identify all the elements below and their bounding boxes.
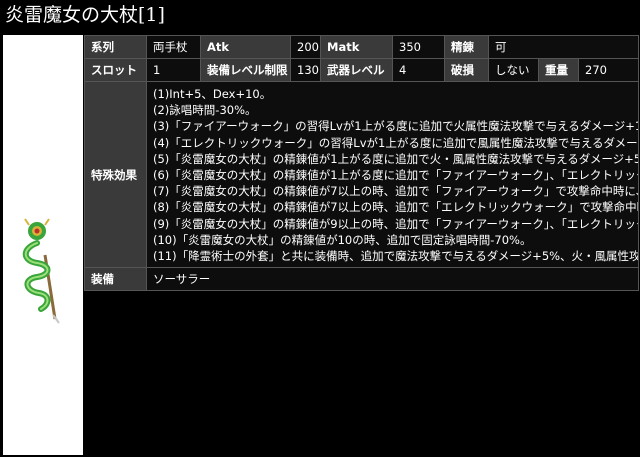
effects-label: 特殊効果	[84, 80, 147, 269]
effects-list: (1)Int+5、Dex+10。 (2)詠唱時間-30%。 (3)「ファイアーウォー…	[153, 83, 639, 267]
effect-line: (11)「降霊術士の外套」と共に装備時、追加で魔法攻撃で与えるダメージ+5%、火…	[153, 249, 638, 264]
effect-line: (7)「炎雷魔女の大杖」の精錬値が7以上の時、追加で「ファイアーウォーク」で攻撃…	[153, 184, 638, 199]
effect-line: (9)「炎雷魔女の大杖」の精錬値が9以上の時、追加で「ファイアーウォーク」、「エ…	[153, 216, 638, 231]
slot-label: スロット	[84, 58, 147, 82]
effects-cell: (1)Int+5、Dex+10。 (2)詠唱時間-30%。 (3)「ファイアーウォー…	[145, 80, 640, 269]
item-title: 炎雷魔女の大杖[1]	[5, 4, 165, 26]
row-equip: 装備 ソーサラー	[84, 267, 640, 292]
slot-value: 1	[146, 58, 201, 82]
effect-line: (2)詠唱時間-30%。	[153, 103, 257, 118]
level-value: 130	[290, 58, 321, 82]
atk-value: 200	[290, 35, 321, 59]
weight-label: 重量	[538, 58, 579, 82]
equip-label: 装備	[84, 267, 147, 292]
weight-value: 270	[577, 58, 640, 82]
effect-line: (8)「炎雷魔女の大杖」の精錬値が7以上の時、追加で「エレクトリックウォーク」で…	[153, 200, 638, 215]
effect-line: (6)「炎雷魔女の大杖」の精錬値が1上がる度に追加で「ファイアーウォーク」、「エ…	[153, 168, 638, 183]
type-value: 両手杖	[146, 35, 201, 59]
item-image-cell	[3, 35, 83, 455]
break-label: 破損	[444, 58, 489, 82]
break-value: しない	[488, 58, 539, 82]
equip-value: ソーサラー	[145, 267, 640, 292]
refine-value: 可	[487, 35, 640, 59]
effect-line: (4)「エレクトリックウォーク」の習得Lvが1上がる度に追加で風属性魔法攻撃で与…	[153, 135, 638, 150]
atk-label: Atk	[200, 35, 291, 59]
item-info-table: 系列 両手杖 Atk 200 Matk 350 精錬 可 スロット 1 装備レベ…	[84, 35, 640, 292]
staff-icon	[22, 218, 60, 324]
effect-line: (3)「ファイアーウォーク」の習得Lvが1上がる度に追加で火属性魔法攻撃で与える…	[153, 119, 639, 134]
row-effects: 特殊効果 (1)Int+5、Dex+10。 (2)詠唱時間-30%。 (3)「ファイ…	[84, 80, 640, 269]
effect-line: (1)Int+5、Dex+10。	[153, 87, 272, 101]
weapon-level-value: 4	[392, 58, 445, 82]
row-slot: スロット 1 装備レベル制限 130 武器レベル 4 破損 しない 重量 270	[84, 58, 640, 82]
effect-line: (5)「炎雷魔女の大杖」の精錬値が1上がる度に追加で火・風属性魔法攻撃で与えるダ…	[153, 151, 638, 166]
level-label: 装備レベル制限	[200, 58, 291, 82]
refine-label: 精錬	[444, 35, 489, 59]
matk-value: 350	[392, 35, 445, 59]
effect-line: (10)「炎雷魔女の大杖」の精錬値が10の時、追加で固定詠唱時間-70%。	[153, 232, 532, 247]
weapon-level-label: 武器レベル	[320, 58, 393, 82]
matk-label: Matk	[320, 35, 393, 59]
row-basic: 系列 両手杖 Atk 200 Matk 350 精錬 可	[84, 35, 640, 59]
type-label: 系列	[84, 35, 147, 59]
